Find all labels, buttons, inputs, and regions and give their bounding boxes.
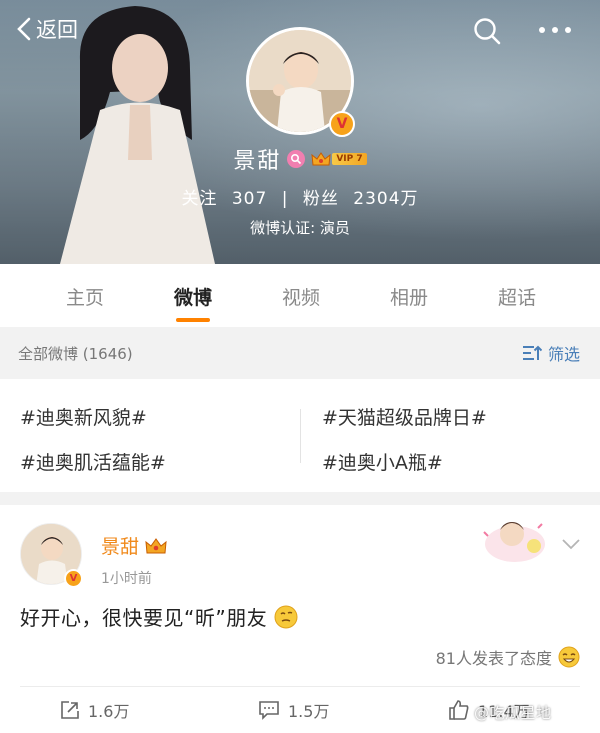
post-author[interactable]: 景甜 xyxy=(101,532,167,559)
search-button[interactable] xyxy=(472,16,502,50)
topic-link[interactable]: #天猫超级品牌日# xyxy=(322,403,487,430)
profile-tabs: 主页 微博 视频 相册 超话 xyxy=(0,264,600,327)
filter-icon xyxy=(522,345,542,360)
tab-label: 主页 xyxy=(65,287,104,309)
tab-weibo[interactable]: 微博 xyxy=(139,264,247,327)
back-button[interactable]: 返回 xyxy=(14,14,78,44)
tab-album[interactable]: 相册 xyxy=(355,264,463,327)
post-text: 好开心，很快要见“昕”朋友 xyxy=(20,602,299,631)
watermark: @吃瓜星地 xyxy=(474,704,552,722)
profile-header: 返回 V 景甜 VIP 7 关注 307 | 粉丝 2304万 微博认证: 演员 xyxy=(0,0,600,264)
tab-label: 超话 xyxy=(497,287,536,309)
thumbs-up-icon xyxy=(449,700,469,720)
stats-separator: | xyxy=(281,189,289,209)
post-menu-button[interactable] xyxy=(561,535,581,554)
vip-badge[interactable]: VIP 7 xyxy=(311,151,367,167)
post-time: 1小时前 xyxy=(101,571,152,587)
following-label[interactable]: 关注 xyxy=(181,189,217,209)
tab-home[interactable]: 主页 xyxy=(31,264,139,327)
tab-label: 视频 xyxy=(281,287,320,309)
tab-video[interactable]: 视频 xyxy=(247,264,355,327)
post-card: V 景甜 1小时前 好开心，很快要见“昕”朋友 81人发表了态度 1.6万 1.… xyxy=(0,505,600,733)
followers-label[interactable]: 粉丝 xyxy=(303,189,339,209)
following-count[interactable]: 307 xyxy=(232,189,267,209)
verified-badge: V xyxy=(329,111,355,137)
topic-panel: #迪奥新风貌# #天猫超级品牌日# #迪奥肌活蕴能# #迪奥小A瓶# xyxy=(0,379,600,492)
author-name: 景甜 xyxy=(101,536,140,558)
repost-button[interactable]: 1.6万 xyxy=(60,698,129,722)
more-button[interactable] xyxy=(538,20,572,39)
repost-icon xyxy=(61,701,79,719)
comment-button[interactable]: 1.5万 xyxy=(258,698,329,722)
divider xyxy=(20,686,580,687)
vip-level: VIP 7 xyxy=(332,153,367,165)
certification-text: 微博认证: 演员 xyxy=(250,219,350,237)
back-label: 返回 xyxy=(36,18,78,42)
tab-label: 相册 xyxy=(389,287,428,309)
filter-bar: 全部微博 (1646) 筛选 xyxy=(0,327,600,379)
female-icon xyxy=(287,150,306,168)
crown-icon xyxy=(145,537,167,553)
reactions-text: 81人发表了态度 xyxy=(435,649,552,668)
comment-icon xyxy=(259,701,279,720)
chevron-down-icon xyxy=(562,539,580,550)
reactions-summary[interactable]: 81人发表了态度 xyxy=(436,645,580,669)
follow-stats: 关注 307 | 粉丝 2304万 xyxy=(0,184,600,209)
followers-count[interactable]: 2304万 xyxy=(353,189,418,209)
laughing-emoji-icon xyxy=(558,646,580,668)
active-tab-indicator xyxy=(176,318,210,322)
search-icon xyxy=(474,18,501,45)
topic-link[interactable]: #迪奥肌活蕴能# xyxy=(20,448,166,475)
filter-button[interactable]: 筛选 xyxy=(522,341,580,365)
filter-label: 筛选 xyxy=(547,345,580,364)
tab-super-topic[interactable]: 超话 xyxy=(463,264,571,327)
name-row: 景甜 VIP 7 xyxy=(0,143,600,175)
comment-count: 1.5万 xyxy=(288,702,330,721)
post-body: 好开心，很快要见“昕”朋友 xyxy=(20,606,268,630)
tab-label: 微博 xyxy=(173,287,212,309)
all-posts-count[interactable]: 全部微博 (1646) xyxy=(18,343,133,364)
profile-name: 景甜 xyxy=(233,149,282,174)
chevron-left-icon xyxy=(17,17,31,41)
verified-badge: V xyxy=(64,569,83,588)
topic-link[interactable]: #迪奥小A瓶# xyxy=(322,448,443,475)
repost-count: 1.6万 xyxy=(88,702,130,721)
thinking-emoji-icon xyxy=(274,605,298,628)
topic-link[interactable]: #迪奥新风貌# xyxy=(20,403,147,430)
divider xyxy=(300,409,301,463)
more-icon xyxy=(539,27,571,33)
crown-icon xyxy=(311,152,331,166)
sticker-decoration xyxy=(483,522,545,562)
